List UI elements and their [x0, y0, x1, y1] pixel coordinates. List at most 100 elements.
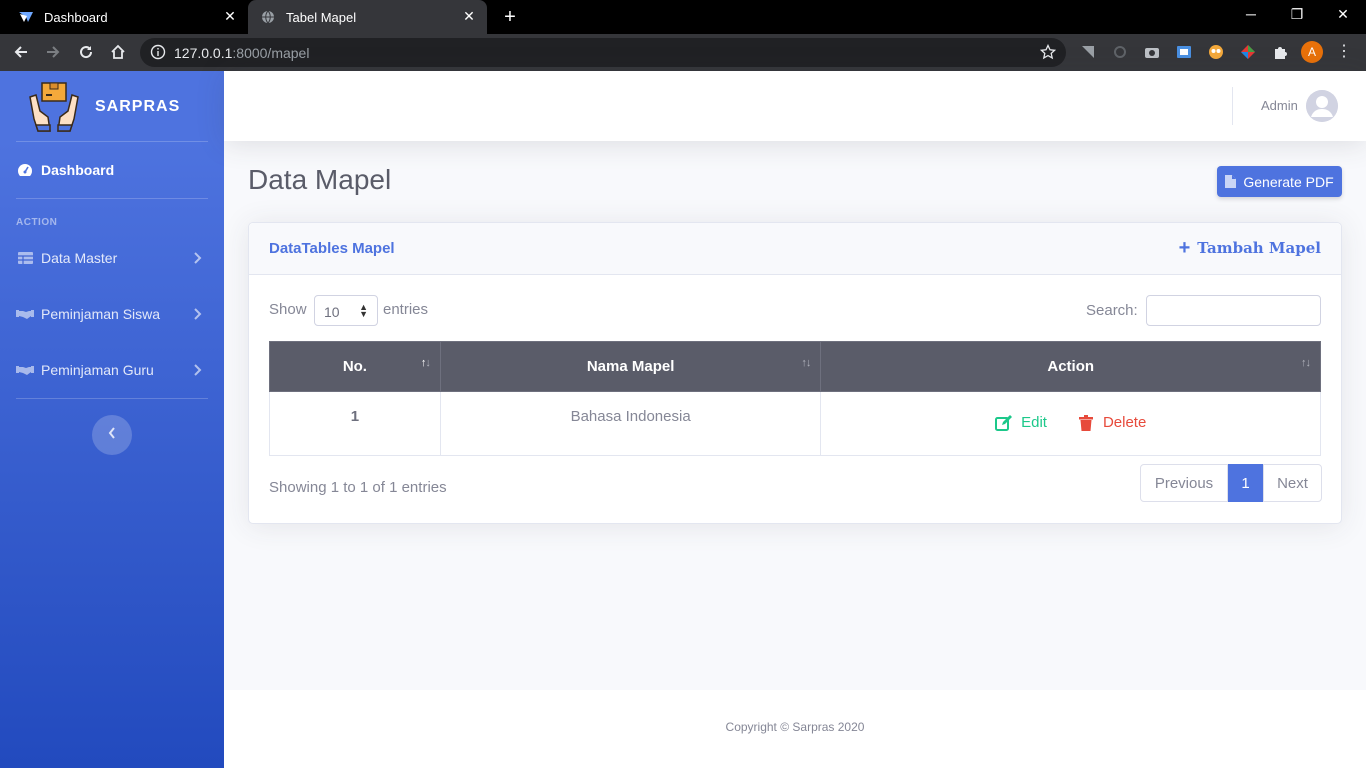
generate-pdf-label: Generate PDF	[1243, 173, 1334, 190]
recycle-icon[interactable]	[1112, 44, 1128, 60]
page-length-value: 10	[324, 304, 340, 320]
sidebar: SARPRAS Dashboard ACTION Data Master Pem…	[0, 71, 224, 768]
sidebar-toggle-button[interactable]	[92, 415, 132, 455]
edit-label: Edit	[1021, 414, 1047, 431]
minimize-icon[interactable]: ─	[1241, 6, 1261, 22]
sidebar-item-dashboard[interactable]: Dashboard	[16, 158, 208, 182]
page-1-button[interactable]: 1	[1228, 464, 1263, 502]
previous-page-button[interactable]: Previous	[1140, 464, 1228, 502]
sidebar-heading: ACTION	[16, 217, 58, 228]
trash-icon	[1077, 414, 1095, 431]
sidebar-item-label: Peminjaman Siswa	[41, 306, 161, 322]
hands-box-logo-icon	[28, 81, 80, 133]
footer: Copyright © Sarpras 2020	[224, 690, 1366, 768]
forward-icon[interactable]	[44, 43, 62, 61]
brand-link[interactable]: SARPRAS	[28, 81, 179, 133]
search-label: Search:	[1086, 302, 1138, 319]
url-text: 127.0.0.1:8000/mapel	[174, 45, 310, 61]
tachometer-icon	[16, 162, 34, 178]
topbar-divider	[1232, 87, 1233, 125]
handshake-icon	[16, 306, 34, 322]
edit-icon	[995, 414, 1013, 431]
page-length-select[interactable]: 10 ▲ ▼	[314, 295, 378, 326]
extension-icon[interactable]	[1080, 44, 1096, 60]
select-arrows-icon: ▲ ▼	[359, 302, 368, 319]
reload-icon[interactable]	[77, 43, 95, 61]
chevron-right-icon	[194, 250, 204, 266]
address-bar[interactable]: 127.0.0.1:8000/mapel	[140, 38, 1066, 67]
puzzle-extensions-icon[interactable]	[1272, 44, 1288, 60]
sidebar-item-label: Dashboard	[41, 162, 115, 178]
file-pdf-icon	[1225, 175, 1237, 188]
tambah-mapel-button[interactable]: + Tambah Mapel	[1178, 237, 1321, 259]
sort-icon: ↑↓	[801, 357, 811, 369]
user-name[interactable]: Admin	[1261, 98, 1298, 113]
new-tab-icon[interactable]: +	[500, 6, 520, 29]
site-info-icon[interactable]	[150, 44, 166, 60]
bookmark-star-icon[interactable]	[1039, 43, 1057, 60]
owl-extension-icon[interactable]	[1208, 44, 1224, 60]
sort-asc-icon: ↑↓	[420, 357, 431, 369]
sidebar-item-label: Data Master	[41, 250, 118, 266]
browser-tab-dashboard[interactable]: Dashboard ✕	[0, 0, 248, 34]
cell-no: 1	[269, 391, 441, 456]
sidebar-item-peminjaman-guru[interactable]: Peminjaman Guru	[16, 358, 208, 382]
sidebar-item-label: Peminjaman Guru	[41, 362, 154, 378]
table-header-row: No. ↑↓ Nama Mapel ↑↓ Action ↑↓	[269, 341, 1321, 392]
delete-button[interactable]: Delete	[1077, 414, 1146, 431]
sidebar-item-peminjaman-siswa[interactable]: Peminjaman Siswa	[16, 302, 208, 326]
tab-title: Dashboard	[44, 9, 108, 25]
show-label: Show	[269, 301, 307, 318]
delete-label: Delete	[1102, 414, 1147, 431]
page-title: Data Mapel	[248, 164, 392, 195]
close-tab-icon[interactable]: ✕	[222, 8, 238, 25]
browser-toolbar: 127.0.0.1:8000/mapel	[0, 34, 1366, 71]
pagination: Previous 1 Next	[1140, 464, 1322, 502]
mapel-table: No. ↑↓ Nama Mapel ↑↓ Action ↑↓ 1 Bahasa Ind…	[269, 341, 1321, 456]
generate-pdf-button[interactable]: Generate PDF	[1217, 166, 1342, 197]
table-icon	[16, 250, 34, 266]
close-tab-icon[interactable]: ✕	[461, 8, 477, 25]
color-picker-icon[interactable]	[1240, 44, 1256, 60]
chevron-right-icon	[194, 306, 204, 322]
browser-tab-tabel-mapel[interactable]: Tabel Mapel ✕	[248, 0, 487, 34]
globe-icon	[260, 9, 276, 25]
site-favicon-icon	[18, 9, 34, 25]
back-icon[interactable]	[12, 43, 30, 61]
column-header-nama-mapel[interactable]: Nama Mapel ↑↓	[439, 341, 822, 392]
restore-icon[interactable]: ❐	[1287, 6, 1307, 23]
search-input[interactable]	[1146, 295, 1321, 326]
sort-icon: ↑↓	[1301, 357, 1311, 369]
next-page-button[interactable]: Next	[1263, 464, 1322, 502]
sidebar-divider	[16, 141, 208, 142]
cell-action: Edit Delete	[820, 391, 1321, 456]
sidebar-item-data-master[interactable]: Data Master	[16, 246, 208, 270]
edit-button[interactable]: Edit	[995, 414, 1047, 431]
plus-icon: +	[1178, 237, 1191, 259]
card-title: DataTables Mapel	[269, 240, 395, 257]
datatable-card: DataTables Mapel + Tambah Mapel Show 10 …	[248, 222, 1342, 524]
browser-tab-bar: Dashboard ✕ Tabel Mapel ✕ + ─ ❐ ✕	[0, 0, 1366, 34]
home-icon[interactable]	[109, 43, 127, 61]
column-header-no[interactable]: No. ↑↓	[269, 341, 441, 392]
column-header-action[interactable]: Action ↑↓	[820, 341, 1321, 392]
brand-title: SARPRAS	[95, 98, 181, 115]
tab-title: Tabel Mapel	[286, 9, 357, 25]
window-close-icon[interactable]: ✕	[1333, 6, 1353, 23]
card-header: DataTables Mapel + Tambah Mapel	[249, 223, 1341, 275]
profile-avatar[interactable]: A	[1301, 41, 1323, 63]
sidebar-divider	[16, 398, 208, 399]
entries-label: entries	[383, 301, 429, 318]
table-info: Showing 1 to 1 of 1 entries	[269, 479, 447, 496]
chevron-left-icon	[108, 426, 116, 444]
table-row: 1 Bahasa Indonesia Edit Delete	[269, 391, 1321, 456]
copyright-text: Copyright © Sarpras 2020	[725, 720, 865, 734]
cell-nama-mapel: Bahasa Indonesia	[439, 391, 822, 456]
handshake-icon	[16, 362, 34, 378]
camera-icon[interactable]	[1144, 44, 1160, 60]
sidebar-divider	[16, 198, 208, 199]
user-avatar[interactable]	[1306, 90, 1338, 122]
screen-capture-icon[interactable]	[1176, 44, 1192, 60]
chevron-right-icon	[194, 362, 204, 378]
browser-menu-icon[interactable]: ⋮	[1336, 42, 1352, 62]
